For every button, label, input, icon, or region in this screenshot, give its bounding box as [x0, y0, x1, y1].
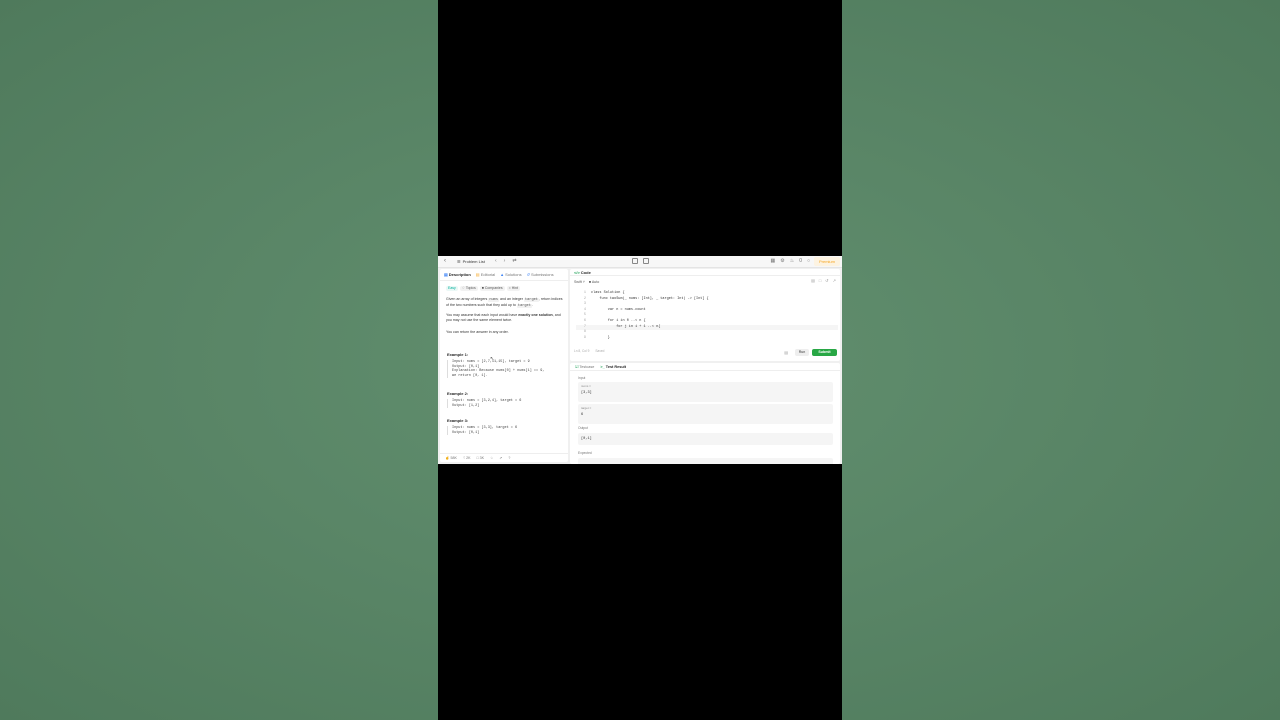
tab-editorial[interactable]: ▤ Editorial	[476, 272, 495, 277]
layout-icon[interactable]	[643, 258, 649, 264]
comment-icon: □	[476, 456, 479, 460]
test-tabs: ☑ Testcase >_ Test Result	[570, 363, 840, 371]
tab-submissions[interactable]: ↺Submissions	[527, 272, 554, 277]
example-1-body: Input: nums = [2,7,11,15], target = 9 Ou…	[447, 360, 568, 379]
console-icon[interactable]: ▤	[784, 350, 788, 355]
example-1-title: Example 1:	[447, 352, 469, 357]
share-icon[interactable]: ⇗	[499, 456, 502, 460]
target-label: target =	[581, 406, 592, 410]
tab-solutions[interactable]: ▲Solutions	[500, 272, 521, 277]
avatar[interactable]: ○	[807, 258, 810, 264]
prev-problem-icon[interactable]: ‹	[495, 258, 497, 264]
example-2-body: Input: nums = [3,2,4], target = 6 Output…	[447, 399, 568, 409]
companies-tag[interactable]: ■ Companies	[479, 286, 505, 291]
submit-button[interactable]: Submit	[812, 349, 837, 356]
description-paragraph-1: Given an array of integers nums and an i…	[446, 297, 563, 308]
hint-tag[interactable]: ○ Hint	[506, 286, 520, 291]
description-footer: ☝ 58K ☟ 2K □ 3K ☆ ⇗ ?	[440, 453, 568, 462]
language-select[interactable]: Swift ˅	[574, 280, 585, 284]
problem-list-label: Problem List	[462, 259, 485, 264]
example-3-title: Example 3:	[447, 418, 469, 423]
output-label: Output	[578, 426, 588, 430]
bulb-icon: ○	[508, 286, 511, 290]
example-3-body: Input: nums = [3,3], target = 6 Output: …	[447, 426, 568, 436]
test-panel: ☑ Testcase >_ Test Result Input nums = […	[570, 363, 840, 464]
code-header: </>Code	[570, 269, 840, 276]
expected-label: Expected	[578, 451, 592, 455]
flask-icon: ▲	[500, 272, 505, 277]
grid-icon[interactable]: ▦	[770, 258, 775, 264]
thumb-down-icon: ☟	[462, 456, 466, 460]
dislike-button[interactable]: ☟ 2K	[463, 456, 471, 460]
description-icon: ▤	[444, 272, 448, 277]
code-icon: </>	[574, 270, 580, 275]
comments-button[interactable]: □ 3K	[477, 456, 485, 460]
lock-icon: ■	[588, 279, 592, 284]
description-panel: ▤Description ▤ Editorial ▲Solutions ↺Sub…	[440, 269, 568, 462]
editor-toolbar: Swift ˅ ■ Auto ▤ □ ↺ ↗	[570, 276, 840, 287]
lock-icon: ■	[481, 286, 484, 290]
history-icon: ↺	[526, 272, 530, 277]
list-icon: ☰	[457, 259, 461, 264]
output-value: [0,1]	[581, 437, 592, 441]
settings-icon[interactable]: ⚙	[780, 258, 784, 264]
next-problem-icon[interactable]: ›	[504, 258, 506, 264]
save-status: Saved	[595, 349, 605, 353]
reset-icon[interactable]: ↺	[825, 278, 828, 283]
tag-row: Easy ♢ Topics ■ Companies ○ Hint	[440, 281, 568, 291]
difficulty-badge: Easy	[446, 286, 458, 291]
help-icon[interactable]: ?	[508, 456, 510, 460]
top-nav: ‹ ☰ Problem List ‹ › ⇄ ▦ ⚙ ♨ 0 ○ Premium	[438, 256, 842, 268]
code-panel: </>Code Swift ˅ ■ Auto ▤ □ ↺ ↗ 1 class So…	[570, 269, 840, 361]
auto-mode-toggle[interactable]: ■ Auto	[589, 280, 599, 284]
editor-status: Ln 8, Col 9 Saved	[574, 349, 604, 353]
tag-icon: ♢	[461, 286, 465, 290]
run-button[interactable]: Run	[795, 349, 809, 356]
nums-box: nums = [3,3]	[578, 382, 833, 402]
input-label: Input	[578, 376, 586, 380]
leetcode-app: ‹ ☰ Problem List ‹ › ⇄ ▦ ⚙ ♨ 0 ○ Premium…	[438, 256, 842, 464]
expected-box	[578, 458, 833, 464]
topics-tag[interactable]: ♢ Topics	[459, 286, 478, 291]
output-box: [0,1]	[578, 433, 833, 445]
expand-icon[interactable]: ↗	[833, 278, 836, 283]
debug-icon[interactable]	[632, 258, 638, 264]
streak-count: 0	[799, 258, 802, 264]
like-button[interactable]: ☝ 58K	[445, 456, 457, 460]
tab-testcase[interactable]: ☑ Testcase	[575, 364, 594, 369]
fire-icon[interactable]: ♨	[790, 258, 794, 264]
premium-button[interactable]: Premium	[814, 257, 840, 266]
notes-icon[interactable]: ▤	[811, 278, 815, 283]
shuffle-icon[interactable]: ⇄	[512, 258, 516, 264]
tab-description[interactable]: ▤Description	[444, 272, 471, 277]
nums-value: [3,3]	[581, 391, 592, 395]
description-paragraph-3: You can return the answer in any order.	[446, 330, 509, 334]
nums-label: nums =	[581, 384, 591, 388]
problem-tabs: ▤Description ▤ Editorial ▲Solutions ↺Sub…	[440, 269, 568, 281]
terminal-icon: >_	[600, 364, 605, 369]
cursor-position: Ln 8, Col 9	[574, 349, 590, 353]
braces-icon[interactable]: □	[819, 278, 821, 283]
tab-test-result[interactable]: >_ Test Result	[600, 365, 626, 369]
logo-icon[interactable]: ‹	[444, 258, 450, 264]
target-value: 6	[581, 413, 584, 417]
target-box: target = 6	[578, 404, 833, 424]
problem-list-link[interactable]: ☰ Problem List	[457, 259, 485, 264]
thumb-up-icon: ☝	[445, 456, 450, 460]
code-editor[interactable]: 1 class Solution { 2 func twoSum(_ nums: …	[576, 291, 838, 341]
code-title: Code	[580, 270, 591, 275]
check-icon: ☑	[575, 365, 579, 369]
mouse-cursor-icon: ↖	[490, 356, 495, 362]
code-line: 9 }	[583, 335, 610, 340]
star-icon[interactable]: ☆	[490, 456, 493, 460]
editorial-icon: ▤	[475, 272, 480, 277]
example-2-title: Example 2:	[447, 391, 469, 396]
description-paragraph-2: You may assume that each input would hav…	[446, 313, 561, 322]
